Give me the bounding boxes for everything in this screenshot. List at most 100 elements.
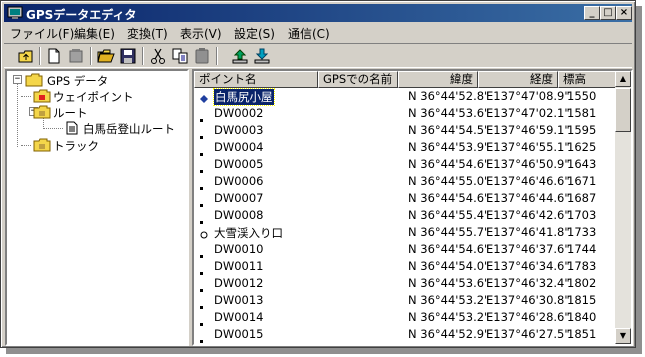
open-folder-icon[interactable] [96,47,116,65]
longitude-cell: E137°46'32.4" [486,276,570,290]
table-row[interactable]: DW0015 N 36°44'52.9" E137°46'27.5" 1851 [194,326,618,343]
altitude-cell: 1802 [567,276,597,290]
column-header-latitude[interactable]: 緯度 [398,71,478,88]
collapse-icon[interactable]: − [13,75,22,84]
table-row[interactable]: 白馬尻小屋 N 36°44'52.8" E137°47'08.9" 1550 [194,88,618,106]
scroll-up-button[interactable]: ▲ [615,71,631,87]
longitude-cell: E137°46'59.1" [486,123,570,137]
maximize-button[interactable]: □ [600,6,616,20]
paste-icon[interactable] [192,47,212,65]
tree-label: 白馬岳登山ルート [83,122,175,136]
latitude-cell: N 36°44'55.4" [408,208,490,222]
menu-communication[interactable]: 通信(C) [288,25,330,42]
longitude-cell: E137°46'28.6" [486,310,570,324]
point-name-cell: DW0010 [214,242,264,256]
latitude-cell: N 36°44'53.6" [408,276,490,290]
altitude-cell: 1595 [567,123,597,137]
document-icon [65,121,79,138]
latitude-cell: N 36°44'55.0" [408,174,490,188]
table-row[interactable]: DW0012 N 36°44'53.6" E137°46'32.4" 1802 [194,275,618,292]
column-header-gps-name[interactable]: GPSでの名前 [318,71,398,88]
altitude-cell: 1687 [567,191,597,205]
table-row[interactable]: DW0013 N 36°44'53.2" E137°46'30.8" 1815 [194,292,618,309]
tree-node-route-item[interactable]: 白馬岳登山ルート [7,120,187,136]
latitude-cell: N 36°44'53.6" [408,106,490,120]
waypoint-circle-icon [200,228,208,242]
longitude-cell: E137°46'42.6" [486,208,570,222]
title-bar[interactable]: GPSデータエディタ _ □ × [4,4,632,22]
save-icon[interactable] [118,47,138,65]
tree-node-waypoints[interactable]: ウェイポイント [7,88,187,104]
scroll-thumb[interactable] [615,88,631,132]
app-icon[interactable] [7,6,23,20]
upload-icon[interactable] [230,47,250,65]
up-folder-icon[interactable] [16,47,36,65]
list-scrollbar[interactable]: ▲ ▼ [615,71,631,344]
new-file-icon[interactable] [44,47,64,65]
point-name-cell: 白馬尻小屋 [213,88,275,106]
longitude-cell: E137°47'08.9" [486,89,570,103]
longitude-cell: E137°46'41.8" [486,225,570,239]
point-name-cell: DW0005 [214,157,264,171]
point-name-cell: DW0002 [214,106,264,120]
download-icon[interactable] [252,47,272,65]
menu-convert[interactable]: 変換(T) [127,25,168,42]
menu-view[interactable]: 表示(V) [180,25,222,42]
tree-label: トラック [53,139,99,153]
copy-icon[interactable] [170,47,190,65]
latitude-cell: N 36°44'53.2" [408,310,490,324]
column-header-point-name[interactable]: ポイント名 [194,71,318,88]
point-name-cell: DW0006 [214,174,264,188]
altitude-cell: 1815 [567,293,597,307]
table-row[interactable]: DW0003 N 36°44'54.5" E137°46'59.1" 1595 [194,122,618,139]
cut-icon[interactable] [148,47,168,65]
window-title: GPSデータエディタ [26,8,137,22]
longitude-cell: E137°46'55.1" [486,140,570,154]
table-row[interactable]: DW0007 N 36°44'54.6" E137°46'44.6" 1687 [194,190,618,207]
altitude-cell: 1733 [567,225,597,239]
table-row[interactable]: DW0010 N 36°44'54.6" E137°46'37.6" 1744 [194,241,618,258]
tree-node-gps-data[interactable]: − GPS データ [7,72,187,88]
latitude-cell: N 36°44'52.9" [408,327,490,341]
column-header-longitude[interactable]: 経度 [478,71,558,88]
latitude-cell: N 36°44'54.0" [408,259,490,273]
minimize-button[interactable]: _ [584,6,600,20]
altitude-cell: 1625 [567,140,597,154]
toolbar [4,43,632,68]
table-row[interactable]: DW0002 N 36°44'53.6" E137°47'02.1" 1581 [194,105,618,122]
table-row[interactable]: 大雪渓入り口 N 36°44'55.7" E137°46'41.8" 1733 [194,224,618,241]
waypoint-diamond-icon [200,92,208,106]
altitude-cell: 1703 [567,208,597,222]
table-row[interactable]: DW0004 N 36°44'53.9" E137°46'55.1" 1625 [194,139,618,156]
table-row[interactable]: DW0008 N 36°44'55.4" E137°46'42.6" 1703 [194,207,618,224]
point-name-cell: DW0015 [214,327,264,341]
latitude-cell: N 36°44'54.5" [408,123,490,137]
longitude-cell: E137°46'50.9" [486,157,570,171]
menu-edit[interactable]: 編集(E) [74,25,115,42]
waypoint-list[interactable]: ポイント名 GPSでの名前 緯度 経度 標高 白馬尻小屋 N 36°44'52.8… [192,69,633,346]
column-header-altitude[interactable]: 標高 [558,71,618,88]
longitude-cell: E137°46'27.5" [486,327,570,341]
altitude-cell: 1581 [567,106,597,120]
longitude-cell: E137°46'34.6" [486,259,570,273]
tree-node-route[interactable]: − ルート [7,104,187,120]
longitude-cell: E137°46'30.8" [486,293,570,307]
data-tree[interactable]: − GPS データ ウェイポイント − ルート 白馬岳登山ルート トラック [5,69,189,346]
close-button[interactable]: × [616,6,632,20]
tree-node-track[interactable]: トラック [7,137,187,153]
delete-icon[interactable] [66,47,86,65]
track-folder-icon [33,138,51,155]
table-row[interactable]: DW0014 N 36°44'53.2" E137°46'28.6" 1840 [194,309,618,326]
latitude-cell: N 36°44'54.6" [408,191,490,205]
altitude-cell: 1840 [567,310,597,324]
table-row[interactable]: DW0006 N 36°44'55.0" E137°46'46.6" 1671 [194,173,618,190]
table-row[interactable]: DW0011 N 36°44'54.0" E137°46'34.6" 1783 [194,258,618,275]
altitude-cell: 1550 [567,89,597,103]
altitude-cell: 1643 [567,157,597,171]
scroll-down-button[interactable]: ▼ [615,328,631,344]
menu-settings[interactable]: 設定(S) [234,25,275,42]
altitude-cell: 1671 [567,174,597,188]
menu-file[interactable]: ファイル(F) [10,25,74,42]
table-row[interactable]: DW0005 N 36°44'54.6" E137°46'50.9" 1643 [194,156,618,173]
tree-label: ウェイポイント [53,90,134,104]
